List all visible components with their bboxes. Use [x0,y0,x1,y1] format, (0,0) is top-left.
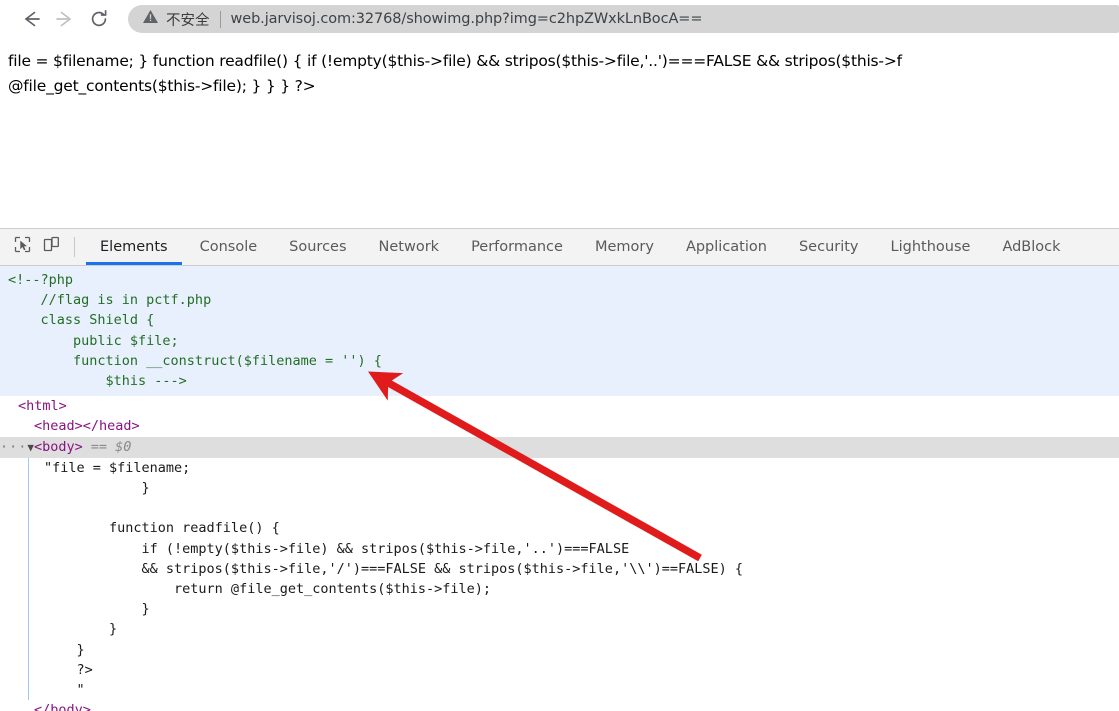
page-viewport: file = $filename; } function readfile() … [0,38,1119,228]
devtools-panel: Elements Console Sources Network Perform… [0,228,1119,711]
forward-arrow-icon [54,8,76,30]
tab-elements[interactable]: Elements [84,229,184,265]
tab-console[interactable]: Console [184,229,274,265]
tab-application[interactable]: Application [670,229,783,265]
address-bar[interactable]: 不安全 web.jarvisoj.com:32768/showimg.php?i… [128,5,1119,33]
dom-node-head[interactable]: <head></head> [0,416,1119,436]
node-more-icon[interactable]: ··· [0,439,27,455]
dom-tree[interactable]: <!--?php //flag is in pctf.php class Shi… [0,266,1119,711]
warning-triangle-icon [142,8,159,30]
dom-node-html[interactable]: <html> [0,396,1119,416]
reload-button[interactable] [82,2,116,36]
tab-network[interactable]: Network [363,229,456,265]
device-toolbar-icon [43,236,60,258]
security-status-not-secure[interactable]: 不安全 [142,8,210,30]
inspect-element-button[interactable] [8,229,37,265]
back-arrow-icon [20,8,42,30]
tab-lighthouse[interactable]: Lighthouse [875,229,987,265]
security-status-label: 不安全 [166,12,210,29]
browser-toolbar: 不安全 web.jarvisoj.com:32768/showimg.php?i… [0,0,1119,38]
page-source-text-line-1: file = $filename; } function readfile() … [8,52,902,70]
dom-node-body[interactable]: ···▼<body> == $0 [0,436,1119,458]
tab-sources[interactable]: Sources [273,229,362,265]
devtools-toolbar: Elements Console Sources Network Perform… [0,229,1119,266]
tab-adblock[interactable]: AdBlock [986,229,1076,265]
url-text[interactable]: web.jarvisoj.com:32768/showimg.php?img=c… [231,11,703,27]
tag-head: <head></head> [34,418,140,435]
toolbar-divider [74,237,75,257]
tag-body-close: </body> [34,702,91,711]
tag-body: <body> [34,438,83,455]
page-source-text-line-2: @file_get_contents($this->file); } } } ?… [8,77,316,95]
html-comment-node[interactable]: <!--?php //flag is in pctf.php class Shi… [0,266,1119,397]
tag-html: <html> [18,398,67,415]
reload-icon [88,8,110,30]
inspect-element-icon [14,236,31,258]
tab-security[interactable]: Security [783,229,875,265]
back-button[interactable] [14,2,48,36]
selected-node-marker: == $0 [90,438,132,455]
tab-memory[interactable]: Memory [579,229,670,265]
omnibox-divider [219,10,221,28]
dom-node-body-close[interactable]: </body> [0,700,1119,711]
forward-button[interactable] [48,2,82,36]
devtools-tabs: Elements Console Sources Network Perform… [84,229,1077,265]
toggle-device-toolbar-button[interactable] [37,229,66,265]
dom-text-node[interactable]: "file = $filename; } function readfile()… [0,458,1119,700]
tab-performance[interactable]: Performance [455,229,579,265]
